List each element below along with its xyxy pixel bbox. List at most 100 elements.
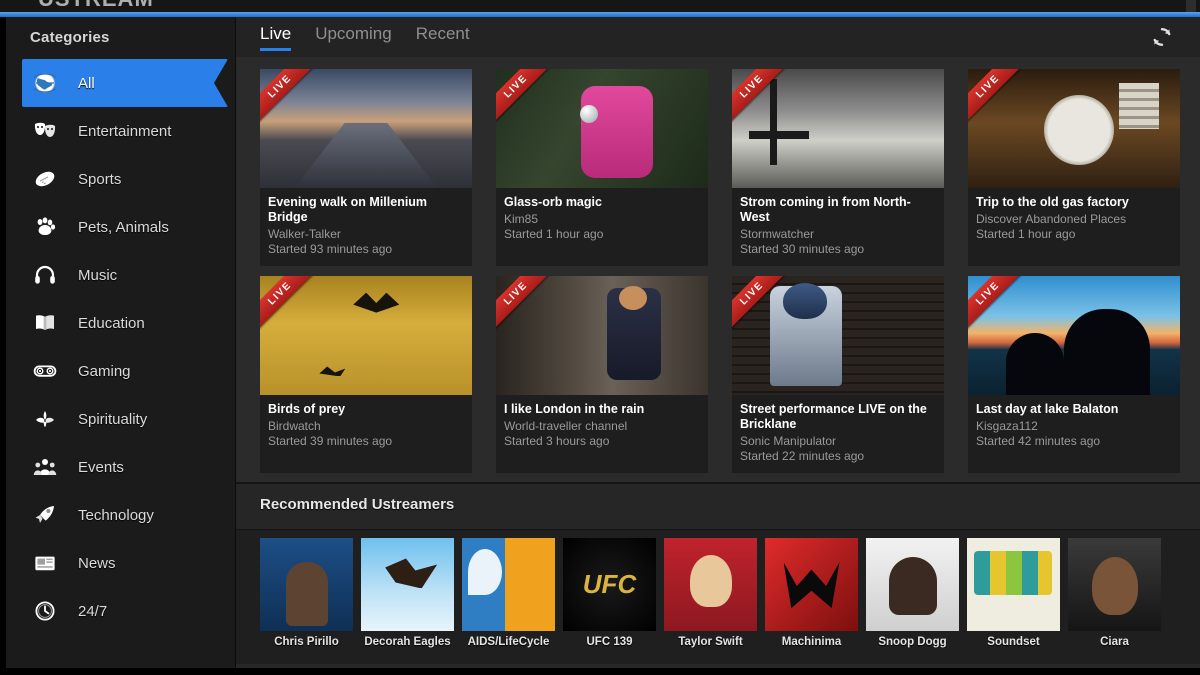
stream-started-time: Started 42 minutes ago <box>976 434 1101 448</box>
stream-card[interactable]: LIVE Street performance LIVE on the Brick… <box>732 276 944 473</box>
football-icon <box>30 164 60 194</box>
recommended-item-label: Taylor Swift <box>678 636 743 648</box>
sidebar-item-technology[interactable]: Technology <box>0 491 235 539</box>
stream-thumbnail[interactable]: LIVE <box>496 276 708 395</box>
recommended-item[interactable]: Machinima <box>765 530 858 648</box>
recommended-item-label: Ciara <box>1100 636 1129 648</box>
stream-thumbnail[interactable]: LIVE <box>732 69 944 188</box>
stream-meta: Street performance LIVE on the Bricklane… <box>732 395 944 473</box>
ustream-logo: USTREAM <box>38 0 154 12</box>
stream-started-time: Started 22 minutes ago <box>740 449 865 463</box>
tab-live[interactable]: Live <box>260 24 292 51</box>
stream-thumbnail[interactable]: LIVE <box>968 276 1180 395</box>
recommended-item-label: Chris Pirillo <box>274 636 339 648</box>
stream-started-time: Started 30 minutes ago <box>740 242 865 256</box>
sidebar-item-gaming[interactable]: Gaming <box>0 347 235 395</box>
stream-channel: Walker-Talker <box>268 227 341 241</box>
stream-meta: Evening walk on Millenium Bridge Walker-T… <box>260 188 472 266</box>
stream-thumbnail[interactable]: LIVE <box>732 276 944 395</box>
stream-card[interactable]: LIVE Trip to the old gas factory Discover … <box>968 69 1180 266</box>
stream-started-time: Started 39 minutes ago <box>268 434 393 448</box>
sidebar-item-label: Pets, Animals <box>78 218 169 236</box>
sidebar-item-events[interactable]: Events <box>0 443 235 491</box>
stream-channel: Birdwatch <box>268 419 321 433</box>
sidebar-item-news[interactable]: News <box>0 539 235 587</box>
stream-card[interactable]: LIVE Birds of prey Birdwatch Started 39 min… <box>260 276 472 473</box>
sidebar-item-all[interactable]: All <box>22 59 228 107</box>
stream-title: Strom coming in from North-West <box>740 195 911 224</box>
recommended-item[interactable]: AIDS/LifeCycle <box>462 530 555 648</box>
avatar[interactable] <box>1068 538 1161 631</box>
recommended-item-label: AIDS/LifeCycle <box>467 636 550 648</box>
sidebar-item-spirituality[interactable]: Spirituality <box>0 395 235 443</box>
recommended-item-label: UFC 139 <box>586 636 633 648</box>
sidebar-item-sports[interactable]: Sports <box>0 155 235 203</box>
recommended-item[interactable]: Snoop Dogg <box>866 530 959 648</box>
avatar[interactable] <box>462 538 555 631</box>
sidebar-item-music[interactable]: Music <box>0 251 235 299</box>
book-icon <box>30 308 60 338</box>
recommended-item-label: Snoop Dogg <box>878 636 947 648</box>
stream-meta: Birds of prey Birdwatch Started 39 minutes… <box>260 395 472 458</box>
recommended-item[interactable]: Taylor Swift <box>664 530 757 648</box>
stream-thumbnail[interactable]: LIVE <box>260 276 472 395</box>
avatar[interactable] <box>866 538 959 631</box>
avatar[interactable] <box>967 538 1060 631</box>
recommended-item-label: Decorah Eagles <box>364 636 451 648</box>
stream-thumbnail[interactable]: LIVE <box>968 69 1180 188</box>
people-icon <box>30 452 60 482</box>
recommended-item[interactable]: Decorah Eagles <box>361 530 454 648</box>
recommended-section: Recommended Ustreamers Chris Pirillo Deco… <box>236 484 1200 675</box>
sidebar-item-label: Education <box>78 314 145 332</box>
stream-started-time: Started 1 hour ago <box>504 227 604 241</box>
bottom-bezel <box>0 668 1200 675</box>
sidebar-item-label: Technology <box>78 506 154 524</box>
tab-upcoming[interactable]: Upcoming <box>315 24 392 51</box>
gamepad-icon <box>30 356 60 386</box>
stream-thumbnail[interactable]: LIVE <box>260 69 472 188</box>
stream-meta: Trip to the old gas factory Discover Aban… <box>968 188 1180 251</box>
masks-icon <box>30 116 60 146</box>
stream-title: Last day at lake Balaton <box>976 402 1119 416</box>
tab-recent[interactable]: Recent <box>416 24 470 51</box>
stream-channel: Stormwatcher <box>740 227 815 241</box>
stream-channel: Sonic Manipulator <box>740 434 837 448</box>
stream-card[interactable]: LIVE Glass-orb magic Kim85 Started 1 hour a… <box>496 69 708 266</box>
category-list: All Entertainment Sports Pets, Animals Music… <box>0 59 235 635</box>
sidebar-item-pets-animals[interactable]: Pets, Animals <box>0 203 235 251</box>
sidebar-item-label: Music <box>78 266 118 284</box>
avatar[interactable] <box>361 538 454 631</box>
dove-icon <box>30 404 60 434</box>
sidebar-item-label: Gaming <box>78 362 131 380</box>
recommended-strip[interactable]: Chris Pirillo Decorah Eagles AIDS/LifeCycl… <box>236 529 1200 664</box>
paw-icon <box>30 212 60 242</box>
stream-thumbnail[interactable]: LIVE <box>496 69 708 188</box>
recommended-item[interactable]: Ciara <box>1068 530 1161 648</box>
recommended-item[interactable]: UFC 139 <box>563 530 656 648</box>
sidebar-item-label: Events <box>78 458 124 476</box>
stream-card[interactable]: LIVE Last day at lake Balaton Kisgaza112 St… <box>968 276 1180 473</box>
recommended-item[interactable]: Soundset <box>967 530 1060 648</box>
sidebar-item-label: All <box>78 74 95 92</box>
sidebar-item-label: 24/7 <box>78 602 108 620</box>
sidebar-item-24-7[interactable]: 24/7 <box>0 587 235 635</box>
recommended-title: Recommended Ustreamers <box>260 496 455 513</box>
stream-card[interactable]: LIVE Evening walk on Millenium Bridge Walk… <box>260 69 472 266</box>
avatar[interactable] <box>260 538 353 631</box>
sidebar-item-entertainment[interactable]: Entertainment <box>0 107 235 155</box>
stream-channel: Kim85 <box>504 212 539 226</box>
live-streams-scroll-area[interactable]: LIVE Evening walk on Millenium Bridge Walk… <box>236 57 1200 482</box>
avatar[interactable] <box>563 538 656 631</box>
recommended-item[interactable]: Chris Pirillo <box>260 530 353 648</box>
tab-bar: Live Upcoming Recent <box>236 17 1200 57</box>
stream-channel: Kisgaza112 <box>976 419 1038 433</box>
refresh-icon[interactable] <box>1148 23 1176 51</box>
stream-card[interactable]: LIVE I like London in the rain World-trave… <box>496 276 708 473</box>
sidebar-item-label: Spirituality <box>78 410 148 428</box>
sidebar-item-label: News <box>78 554 116 572</box>
sidebar-item-education[interactable]: Education <box>0 299 235 347</box>
avatar[interactable] <box>765 538 858 631</box>
stream-card[interactable]: LIVE Strom coming in from North-West Storm… <box>732 69 944 266</box>
avatar[interactable] <box>664 538 757 631</box>
live-streams-grid: LIVE Evening walk on Millenium Bridge Walk… <box>260 69 1200 473</box>
